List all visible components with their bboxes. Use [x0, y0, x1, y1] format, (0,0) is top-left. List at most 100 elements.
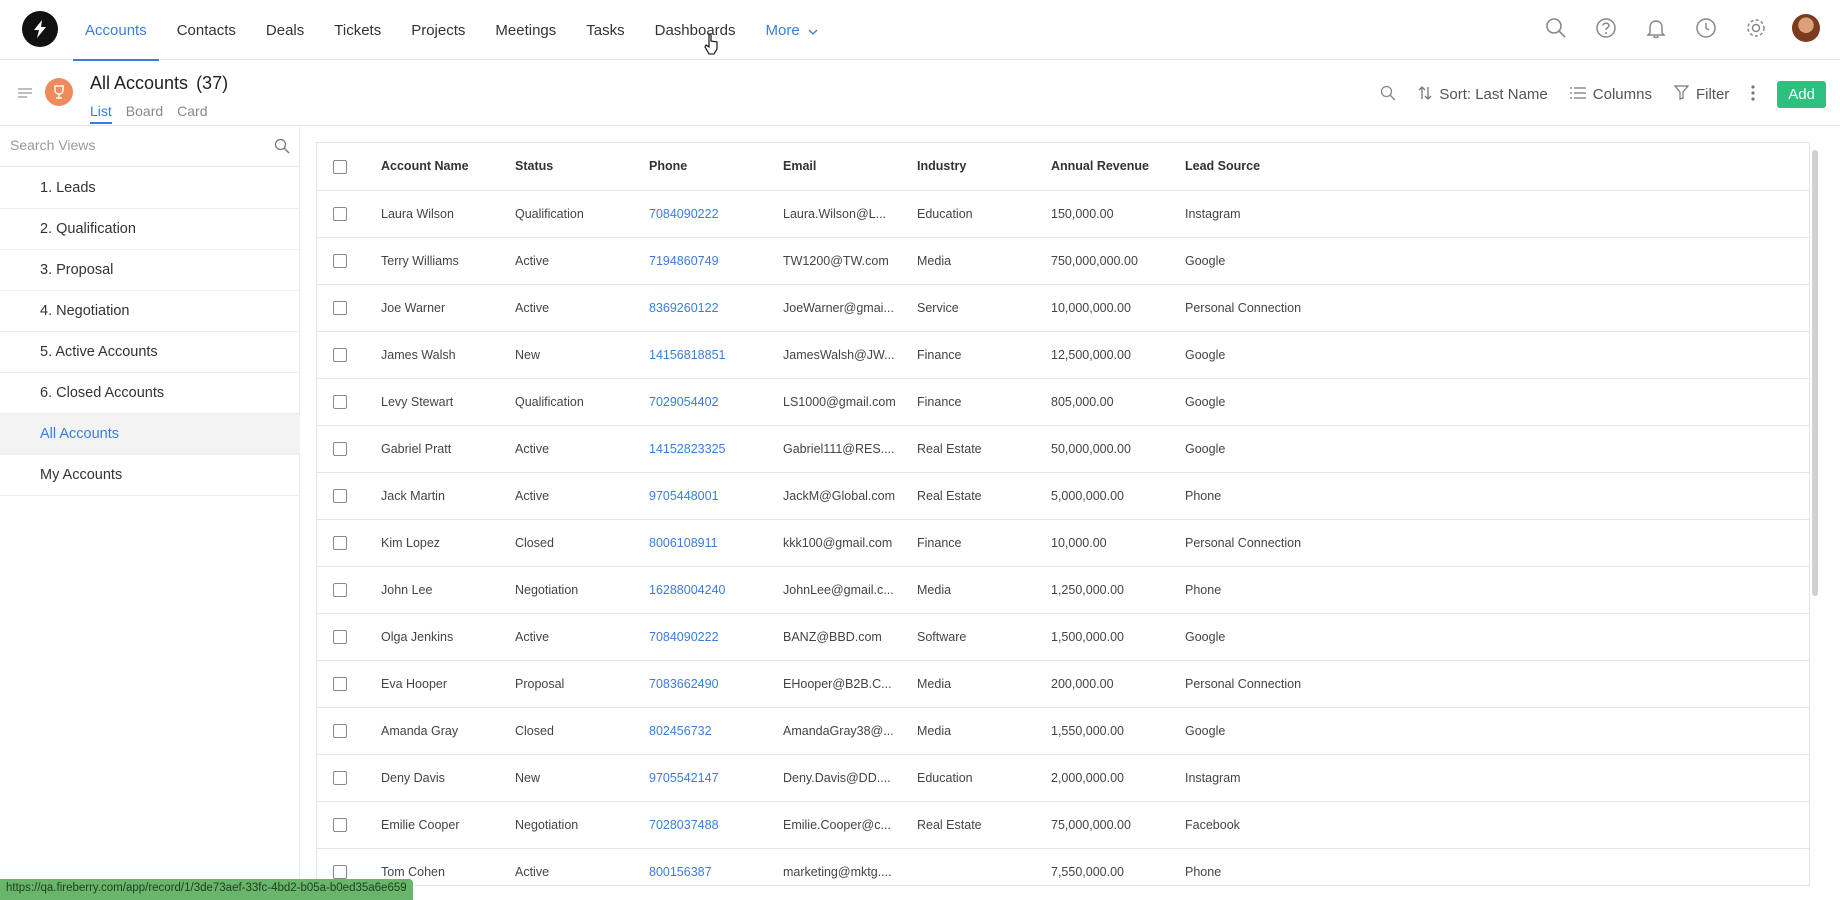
cell-phone[interactable]: 9705448001: [649, 472, 783, 520]
row-checkbox[interactable]: [333, 206, 347, 221]
cell-phone[interactable]: 7084090222: [649, 613, 783, 661]
column-header-email[interactable]: Email: [783, 143, 917, 191]
table-search-button[interactable]: [1380, 85, 1396, 105]
row-checkbox[interactable]: [333, 394, 347, 409]
view-item-closed-accounts[interactable]: 6. Closed Accounts: [0, 373, 300, 414]
table-row[interactable]: Jack Martin Active 9705448001 JackM@Global.…: [317, 472, 1809, 520]
nav-tab-meetings[interactable]: Meetings: [483, 0, 568, 60]
clock-icon[interactable]: [1692, 14, 1720, 42]
more-options-button[interactable]: [1751, 84, 1755, 105]
row-checkbox[interactable]: [333, 770, 347, 785]
view-item-proposal[interactable]: 3. Proposal: [0, 250, 300, 291]
column-header-account-name[interactable]: Account Name: [381, 143, 515, 191]
columns-button[interactable]: Columns: [1569, 86, 1652, 103]
table-row[interactable]: Terry Williams Active 7194860749 TW1200@TW.…: [317, 237, 1809, 285]
row-checkbox[interactable]: [333, 723, 347, 738]
search-icon[interactable]: [274, 138, 290, 157]
nav-tab-accounts[interactable]: Accounts: [73, 0, 159, 61]
cell-account-name[interactable]: Terry Williams: [381, 237, 515, 285]
cell-phone[interactable]: 8006108911: [649, 519, 783, 567]
view-item-active-accounts[interactable]: 5. Active Accounts: [0, 332, 300, 373]
cell-phone[interactable]: 14156818851: [649, 331, 783, 379]
cell-phone[interactable]: 800156387: [649, 848, 783, 885]
table-row[interactable]: John Lee Negotiation 16288004240 JohnLee@gm…: [317, 566, 1809, 614]
cell-phone[interactable]: 16288004240: [649, 566, 783, 614]
nav-tab-deals[interactable]: Deals: [254, 0, 316, 60]
tab-board[interactable]: Board: [126, 103, 163, 124]
cell-account-name[interactable]: Gabriel Pratt: [381, 425, 515, 473]
cell-phone[interactable]: 7194860749: [649, 237, 783, 285]
table-row[interactable]: Joe Warner Active 8369260122 JoeWarner@gmai…: [317, 284, 1809, 332]
cell-account-name[interactable]: Amanda Gray: [381, 707, 515, 755]
table-row[interactable]: Levy Stewart Qualification 7029054402 LS100…: [317, 378, 1809, 426]
cell-phone[interactable]: 7083662490: [649, 660, 783, 708]
row-checkbox[interactable]: [333, 817, 347, 832]
search-icon[interactable]: [1542, 14, 1570, 42]
nav-tab-contacts[interactable]: Contacts: [165, 0, 248, 60]
view-item-qualification[interactable]: 2. Qualification: [0, 209, 300, 250]
table-row[interactable]: Gabriel Pratt Active 14152823325 Gabriel111…: [317, 425, 1809, 473]
cell-account-name[interactable]: Laura Wilson: [381, 190, 515, 238]
table-row[interactable]: James Walsh New 14156818851 JamesWalsh@JW..…: [317, 331, 1809, 379]
cell-phone[interactable]: 802456732: [649, 707, 783, 755]
table-row[interactable]: Eva Hooper Proposal 7083662490 EHooper@B2B.…: [317, 660, 1809, 708]
cell-account-name[interactable]: Olga Jenkins: [381, 613, 515, 661]
select-all-checkbox[interactable]: [333, 159, 347, 174]
gear-icon[interactable]: [1742, 14, 1770, 42]
tab-card[interactable]: Card: [177, 103, 207, 124]
cell-phone[interactable]: 7028037488: [649, 801, 783, 849]
column-header-phone[interactable]: Phone: [649, 143, 783, 191]
cell-phone[interactable]: 8369260122: [649, 284, 783, 332]
row-checkbox[interactable]: [333, 582, 347, 597]
cell-account-name[interactable]: James Walsh: [381, 331, 515, 379]
column-header-lead-source[interactable]: Lead Source: [1185, 143, 1385, 191]
row-checkbox[interactable]: [333, 300, 347, 315]
row-checkbox[interactable]: [333, 441, 347, 456]
cell-account-name[interactable]: John Lee: [381, 566, 515, 614]
cell-account-name[interactable]: Kim Lopez: [381, 519, 515, 567]
row-checkbox[interactable]: [333, 488, 347, 503]
row-checkbox[interactable]: [333, 535, 347, 550]
filter-button[interactable]: Filter: [1673, 85, 1729, 104]
view-item-leads[interactable]: 1. Leads: [0, 168, 300, 209]
user-avatar[interactable]: [1792, 14, 1820, 42]
sort-button[interactable]: Sort: Last Name: [1418, 85, 1548, 105]
nav-tab-projects[interactable]: Projects: [399, 0, 477, 60]
table-row[interactable]: Laura Wilson Qualification 7084090222 Laura…: [317, 190, 1809, 238]
column-header-annual-revenue[interactable]: Annual Revenue: [1051, 143, 1185, 191]
menu-toggle-icon[interactable]: [18, 85, 32, 101]
cell-phone[interactable]: 7029054402: [649, 378, 783, 426]
nav-more-menu[interactable]: More: [754, 0, 830, 60]
column-header-industry[interactable]: Industry: [917, 143, 1051, 191]
cell-account-name[interactable]: Eva Hooper: [381, 660, 515, 708]
table-row[interactable]: Kim Lopez Closed 8006108911 kkk100@gmail.co…: [317, 519, 1809, 567]
cell-phone[interactable]: 7084090222: [649, 190, 783, 238]
column-header-status[interactable]: Status: [515, 143, 649, 191]
cell-account-name[interactable]: Jack Martin: [381, 472, 515, 520]
cell-account-name[interactable]: Deny Davis: [381, 754, 515, 802]
table-row[interactable]: Amanda Gray Closed 802456732 AmandaGray38@.…: [317, 707, 1809, 755]
bell-icon[interactable]: [1642, 14, 1670, 42]
table-row[interactable]: Olga Jenkins Active 7084090222 BANZ@BBD.com…: [317, 613, 1809, 661]
row-checkbox[interactable]: [333, 864, 347, 879]
row-checkbox[interactable]: [333, 253, 347, 268]
table-row[interactable]: Deny Davis New 9705542147 Deny.Davis@DD....…: [317, 754, 1809, 802]
cell-phone[interactable]: 14152823325: [649, 425, 783, 473]
app-logo-icon[interactable]: [22, 11, 58, 47]
view-item-negotiation[interactable]: 4. Negotiation: [0, 291, 300, 332]
help-icon[interactable]: [1592, 14, 1620, 42]
view-item-all-accounts[interactable]: All Accounts: [0, 414, 300, 455]
table-scrollbar[interactable]: [1812, 150, 1818, 596]
tab-list[interactable]: List: [90, 103, 112, 124]
cell-account-name[interactable]: Emilie Cooper: [381, 801, 515, 849]
row-checkbox[interactable]: [333, 676, 347, 691]
view-item-my-accounts[interactable]: My Accounts: [0, 455, 300, 496]
nav-tab-tasks[interactable]: Tasks: [574, 0, 636, 60]
table-row[interactable]: Emilie Cooper Negotiation 7028037488 Emilie…: [317, 801, 1809, 849]
row-checkbox[interactable]: [333, 629, 347, 644]
cell-phone[interactable]: 9705542147: [649, 754, 783, 802]
nav-tab-tickets[interactable]: Tickets: [322, 0, 393, 60]
row-checkbox[interactable]: [333, 347, 347, 362]
search-views-input[interactable]: [10, 137, 260, 153]
cell-account-name[interactable]: Joe Warner: [381, 284, 515, 332]
